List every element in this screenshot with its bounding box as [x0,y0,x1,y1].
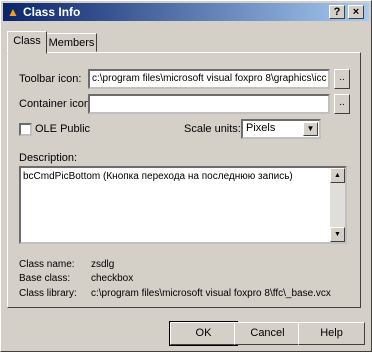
base-class-label: Base class: [19,273,71,284]
chevron-down-icon[interactable]: ▼ [303,122,318,136]
scale-units-value: Pixels [246,122,276,134]
ole-public-checkbox[interactable] [19,123,32,136]
tab-members[interactable]: Members [46,33,97,52]
toolbar-icon-browse-button[interactable]: .. [334,69,350,89]
tab-class[interactable]: Class [7,31,47,54]
ole-public-label: OLE Public [35,123,91,135]
container-icon-field[interactable] [88,94,330,114]
description-label: Description: [19,152,78,164]
scroll-up-icon[interactable]: ▲ [330,168,345,183]
toolbar-icon-label: Toolbar icon: [19,73,82,85]
cancel-button[interactable]: Cancel [234,322,301,345]
class-name-value: zsdlg [91,259,115,270]
toolbar-icon-field[interactable]: c:\program files\microsoft visual foxpro… [88,69,330,89]
class-library-value: c:\program files\microsoft visual foxpro… [91,288,331,299]
ok-button[interactable]: OK [169,321,238,346]
class-tab-panel: Toolbar icon: c:\program files\microsoft… [7,52,361,308]
class-name-label: Class name: [19,259,75,270]
container-icon-label: Container icon: [19,98,93,110]
title-bar: ▲ Class Info ? × [3,3,369,21]
base-class-value: checkbox [91,273,134,284]
scroll-down-icon[interactable]: ▼ [330,227,345,242]
description-text: bcCmdPicBottom (Кнопка перехода на после… [23,171,293,182]
foxpro-icon: ▲ [7,5,19,19]
help-icon[interactable]: ? [329,5,345,19]
help-button[interactable]: Help [298,322,365,345]
scale-units-label: Scale units: [184,123,241,135]
container-icon-browse-button[interactable]: .. [334,94,350,114]
class-info-dialog: ▲ Class Info ? × Class Members Toolbar i… [0,0,372,352]
window-title: Class Info [23,5,81,19]
description-textarea[interactable]: bcCmdPicBottom (Кнопка перехода на после… [19,166,347,244]
close-icon[interactable]: × [348,5,364,19]
description-scrollbar[interactable]: ▲ ▼ [330,168,345,242]
class-library-label: Class library: [19,288,77,299]
scale-units-select[interactable]: Pixels ▼ [241,119,321,139]
